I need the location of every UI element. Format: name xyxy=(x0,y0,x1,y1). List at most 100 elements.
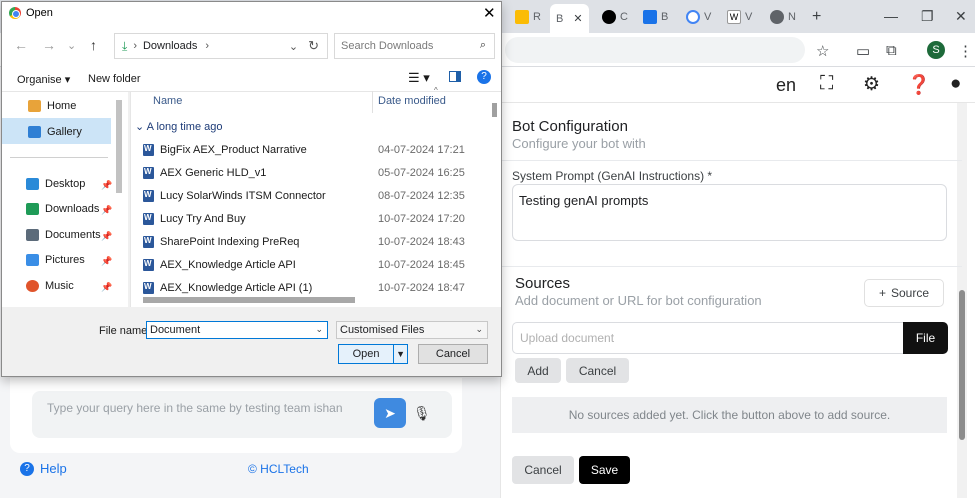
file-name-input[interactable]: Document ⌄ xyxy=(146,321,328,339)
cast-icon[interactable]: ▭ xyxy=(856,42,870,60)
file-name-label: File name: xyxy=(99,325,151,337)
desktop-icon xyxy=(26,178,39,190)
nav-item-music[interactable]: Music xyxy=(26,280,74,292)
address-breadcrumb[interactable]: ⤓ › Downloads › ⌄ ↻ xyxy=(114,33,328,59)
nav-item-desktop[interactable]: Desktop xyxy=(26,178,85,190)
settings-gear-icon[interactable]: ⚙ xyxy=(863,73,880,96)
file-row[interactable]: Lucy Try And Buy 10-07-2024 17:20 xyxy=(130,210,486,232)
dialog-titlebar: Open ✕ xyxy=(2,2,501,25)
account-icon[interactable]: ● xyxy=(950,73,961,95)
group-header[interactable]: ⌄ A long time ago xyxy=(135,120,223,133)
dialog-close-icon[interactable]: ✕ xyxy=(483,4,496,22)
browser-tab[interactable]: R xyxy=(515,6,541,27)
upload-document-input[interactable]: Upload document xyxy=(512,322,903,354)
dialog-title: Open xyxy=(26,7,53,19)
browser-tab[interactable]: W V xyxy=(727,6,752,27)
save-button[interactable]: Save xyxy=(579,456,630,484)
breadcrumb-downloads[interactable]: Downloads xyxy=(143,40,197,52)
nav-item-gallery[interactable]: Gallery xyxy=(28,126,82,138)
pin-icon: 📌 xyxy=(101,282,113,292)
nav-item-downloads[interactable]: Downloads xyxy=(26,203,99,215)
file-row[interactable]: SharePoint Indexing PreReq 10-07-2024 18… xyxy=(130,233,486,255)
restore-icon[interactable]: ❐ xyxy=(921,8,934,25)
view-options-icon[interactable]: ☰ ▾ xyxy=(408,70,430,86)
address-bar[interactable] xyxy=(505,37,805,63)
file-row[interactable]: AEX_Knowledge Article API 10-07-2024 18:… xyxy=(130,256,486,278)
column-header-date[interactable]: Date modified xyxy=(378,95,446,107)
profile-avatar[interactable]: S xyxy=(927,41,945,59)
help-circle-icon: ? xyxy=(20,461,34,476)
forward-arrow-icon[interactable]: → xyxy=(42,37,56,53)
back-arrow-icon[interactable]: ← xyxy=(14,37,28,53)
dialog-cancel-button[interactable]: Cancel xyxy=(418,344,488,364)
refresh-icon[interactable]: ↻ xyxy=(308,38,319,54)
up-arrow-icon[interactable]: ↑ xyxy=(90,37,97,53)
address-dropdown-icon[interactable]: ⌄ xyxy=(289,40,298,53)
help-link[interactable]: ? Help xyxy=(20,461,67,476)
browser-tab[interactable]: N xyxy=(770,6,796,27)
new-folder-button[interactable]: New folder xyxy=(88,73,141,85)
document-icon xyxy=(643,9,657,24)
file-button[interactable]: File xyxy=(903,322,948,354)
column-header-name[interactable]: Name xyxy=(153,95,182,107)
breadcrumb-chevron-icon[interactable]: › xyxy=(205,40,209,52)
system-prompt-label: System Prompt (GenAI Instructions) * xyxy=(512,169,713,183)
bot-config-title: Bot Configuration xyxy=(512,118,628,135)
fullscreen-icon[interactable]: ⛶ xyxy=(820,73,833,95)
add-source-button[interactable]: + Source xyxy=(864,279,944,307)
word-document-icon xyxy=(143,167,154,179)
breadcrumb-separator-icon: › xyxy=(133,40,137,52)
nav-item-documents[interactable]: Documents xyxy=(26,229,101,241)
file-row[interactable]: Lucy SolarWinds ITSM Connector 08-07-202… xyxy=(130,187,486,209)
file-type-select[interactable]: Customised Files ⌄ xyxy=(336,321,488,339)
word-document-icon xyxy=(143,282,154,294)
new-tab-button[interactable]: + xyxy=(812,6,821,27)
panel-scrollbar[interactable] xyxy=(959,290,965,440)
browser-tab-active[interactable]: B ✕ xyxy=(550,4,589,33)
kebab-menu-icon[interactable]: ⋮ xyxy=(958,42,973,60)
file-list-scrollbar[interactable] xyxy=(492,103,497,117)
browser-tab[interactable]: V xyxy=(686,6,711,27)
downloads-icon xyxy=(26,203,39,215)
tab-close-icon[interactable]: ✕ xyxy=(573,12,582,25)
copyright-text: © HCLTech xyxy=(248,462,309,476)
preview-pane-icon[interactable] xyxy=(449,71,461,82)
chat-input-placeholder: Type your query here in the same by test… xyxy=(47,401,343,415)
close-window-icon[interactable]: ✕ xyxy=(955,8,967,25)
file-row[interactable]: AEX Generic HLD_v1 05-07-2024 16:25 xyxy=(130,164,486,186)
open-options-dropdown-icon[interactable]: ▼ xyxy=(393,345,407,363)
nav-item-pictures[interactable]: Pictures xyxy=(26,254,85,266)
organise-menu[interactable]: Organise ▾ xyxy=(17,73,70,86)
pin-icon: 📌 xyxy=(101,180,113,190)
column-separator xyxy=(372,91,373,113)
browser-tab[interactable]: B xyxy=(643,6,668,27)
file-row[interactable]: BigFix AEX_Product Narrative 04-07-2024 … xyxy=(130,141,486,163)
chevron-down-icon[interactable]: ⌄ xyxy=(315,324,323,335)
file-list-horizontal-scrollbar[interactable] xyxy=(143,297,355,303)
open-button[interactable]: Open ▼ xyxy=(338,344,408,364)
dialog-command-bar: Organise ▾ New folder ☰ ▾ ? xyxy=(2,66,501,92)
star-icon[interactable]: ☆ xyxy=(816,42,829,60)
circle-logo-icon xyxy=(602,9,616,24)
minimize-icon[interactable]: — xyxy=(884,8,898,24)
search-downloads-input[interactable]: Search Downloads ⌕ xyxy=(334,33,495,59)
no-sources-message: No sources added yet. Click the button a… xyxy=(512,397,947,433)
language-selector[interactable]: en xyxy=(776,75,796,96)
dialog-help-icon[interactable]: ? xyxy=(477,70,491,84)
browser-tab[interactable]: C xyxy=(602,6,628,27)
system-prompt-textarea[interactable]: Testing genAI prompts xyxy=(512,184,947,241)
help-question-icon[interactable]: ❓ xyxy=(907,73,931,97)
recent-locations-icon[interactable]: ⌄ xyxy=(67,39,76,52)
microphone-icon[interactable]: 🎙 xyxy=(413,405,431,422)
send-button[interactable]: ➤ xyxy=(374,398,406,428)
music-icon xyxy=(26,280,39,292)
dialog-nav-row: ← → ⌄ ↑ ⤓ › Downloads › ⌄ ↻ Search Downl… xyxy=(2,25,501,66)
add-button[interactable]: Add xyxy=(515,358,561,383)
nav-pane-scrollbar[interactable] xyxy=(116,100,122,193)
nav-item-home[interactable]: Home xyxy=(28,100,76,112)
plus-icon: + xyxy=(878,286,886,300)
config-cancel-button[interactable]: Cancel xyxy=(512,456,574,484)
extensions-icon[interactable]: ⧉ xyxy=(886,42,897,59)
pin-icon: 📌 xyxy=(101,231,113,241)
sources-cancel-button[interactable]: Cancel xyxy=(566,358,629,383)
